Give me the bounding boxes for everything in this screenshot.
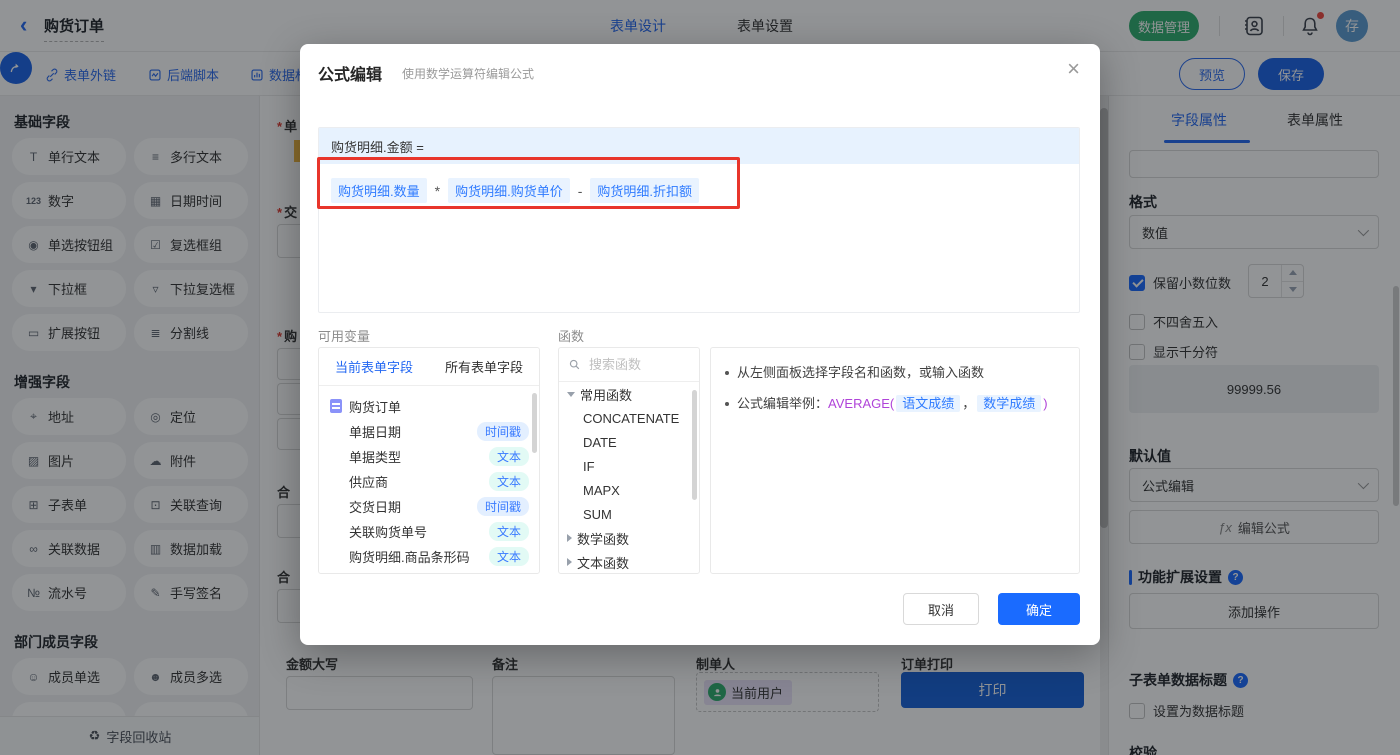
variable-item[interactable]: 关联购货单号 文本: [319, 519, 539, 544]
variables-panel: 当前表单字段 所有表单字段 购货订单 单据日期 时间戳 单据类型 文本 供应商 文本 …: [318, 347, 540, 574]
tab-all-form-fields[interactable]: 所有表单字段: [429, 357, 539, 376]
example-field-chip: 语文成绩: [896, 395, 961, 412]
search-icon: [569, 359, 580, 370]
function-group-math[interactable]: 数学函数: [559, 526, 699, 550]
chevron-right-icon: [567, 558, 572, 566]
variables-tree: 购货订单 单据日期 时间戳 单据类型 文本 供应商 文本 交货日期 时间戳 关联购货单号…: [319, 386, 539, 569]
formula-editor: 购货明细.金额 = 购货明细.数量 * 购货明细.购货单价 - 购货明细.折扣额: [318, 127, 1080, 313]
function-search-input[interactable]: [587, 356, 682, 373]
formula-field-token[interactable]: 购货明细.折扣额: [590, 178, 699, 203]
formula-operator[interactable]: *: [433, 183, 442, 199]
formula-target: 购货明细.金额 =: [319, 128, 1079, 164]
chevron-down-icon: [567, 391, 575, 397]
function-item[interactable]: SUM: [559, 502, 699, 526]
formula-input-area[interactable]: 购货明细.数量 * 购货明细.购货单价 - 购货明细.折扣额: [319, 164, 1079, 217]
function-search[interactable]: [559, 348, 699, 382]
help-example: 公式编辑举例：AVERAGE(语文成绩，数学成绩): [725, 395, 1065, 413]
example-field-chip: 数学成绩: [977, 395, 1042, 412]
type-badge: 文本: [488, 472, 529, 491]
help-tip: 从左侧面板选择字段名和函数，或输入函数: [725, 364, 1065, 382]
variables-tabs: 当前表单字段 所有表单字段: [319, 348, 539, 386]
function-item[interactable]: DATE: [559, 430, 699, 454]
type-badge: 文本: [488, 547, 529, 566]
function-group-text[interactable]: 文本函数: [559, 550, 699, 573]
tab-current-form-fields[interactable]: 当前表单字段: [319, 357, 429, 376]
variable-item[interactable]: 单据类型 文本: [319, 444, 539, 469]
functions-label: 函数: [558, 329, 585, 344]
form-designer-app: ‹ 购货订单 表单设计 表单设置 数据管理 存 表单外链 后端脚本 数据权 预览…: [0, 0, 1400, 755]
chevron-right-icon: [567, 534, 572, 542]
document-icon: [330, 399, 342, 413]
formula-field-token[interactable]: 购货明细.购货单价: [448, 178, 570, 203]
modal-title: 公式编辑: [318, 67, 383, 84]
cancel-button[interactable]: 取消: [903, 593, 979, 625]
type-badge: 时间戳: [476, 422, 529, 441]
formula-operator[interactable]: -: [576, 183, 585, 199]
function-item[interactable]: IF: [559, 454, 699, 478]
variables-scrollbar-thumb[interactable]: [532, 393, 537, 453]
type-badge: 文本: [488, 447, 529, 466]
modal-subtitle: 使用数学运算符编辑公式: [402, 67, 535, 81]
variable-item[interactable]: 单据日期 时间戳: [319, 419, 539, 444]
variable-item[interactable]: 交货日期 时间戳: [319, 494, 539, 519]
variable-item[interactable]: 购货明细.商品条形码 文本: [319, 544, 539, 569]
variable-item[interactable]: 供应商 文本: [319, 469, 539, 494]
formula-field-token[interactable]: 购货明细.数量: [331, 178, 427, 203]
formula-edit-modal: 公式编辑 使用数学运算符编辑公式 × 购货明细.金额 = 购货明细.数量 * 购…: [300, 44, 1100, 645]
type-badge: 时间戳: [476, 497, 529, 516]
formula-help-panel: 从左侧面板选择字段名和函数，或输入函数 公式编辑举例：AVERAGE(语文成绩，…: [710, 347, 1080, 574]
function-item[interactable]: MAPX: [559, 478, 699, 502]
functions-scrollbar-thumb[interactable]: [692, 390, 697, 500]
bullet-icon: [725, 402, 729, 406]
bullet-icon: [725, 371, 729, 375]
type-badge: 文本: [488, 522, 529, 541]
tree-root-form[interactable]: 购货订单: [319, 393, 539, 419]
function-item[interactable]: CONCATENATE: [559, 406, 699, 430]
functions-panel: 常用函数 CONCATENATE DATE IF MAPX SUM 数学函数 文…: [558, 347, 700, 574]
confirm-button[interactable]: 确定: [998, 593, 1080, 625]
close-icon[interactable]: ×: [1067, 56, 1080, 82]
function-group-common[interactable]: 常用函数: [559, 382, 699, 406]
variables-label: 可用变量: [318, 329, 371, 344]
